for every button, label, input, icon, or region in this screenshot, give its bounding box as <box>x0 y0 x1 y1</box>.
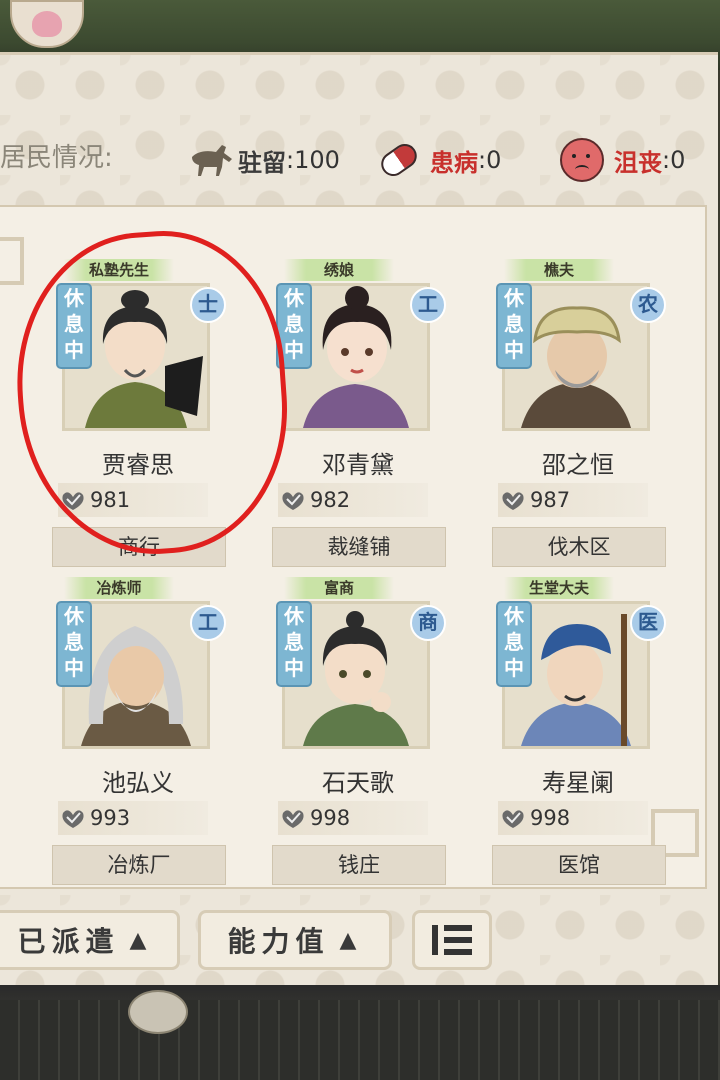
class-badge: 士 <box>190 287 226 323</box>
class-badge: 农 <box>630 287 666 323</box>
ability-value-number: 981 <box>90 488 131 512</box>
stat-depressed-label: 沮丧 <box>614 147 662 177</box>
resting-status-badge: 休息中 <box>58 285 90 367</box>
ability-value: 998 <box>278 801 428 835</box>
workplace-button[interactable]: 伐木区 <box>492 527 666 567</box>
stat-sick: 患病 :0 <box>376 139 502 181</box>
resident-name: 寿星阑 <box>542 769 614 797</box>
workplace-button[interactable]: 裁缝铺 <box>272 527 446 567</box>
resident-card[interactable]: 冶炼师 休息中 工 池弘义 993 冶炼厂 <box>12 577 226 897</box>
ability-value-number: 987 <box>530 488 571 512</box>
lantern-icon[interactable] <box>128 990 188 1034</box>
resident-name: 邵之恒 <box>542 451 614 479</box>
chevron-up-icon: ▲ <box>129 927 153 953</box>
workplace-button[interactable]: 钱庄 <box>272 845 446 885</box>
resident-name: 贾睿思 <box>102 451 174 479</box>
list-toggle-button[interactable] <box>412 910 492 970</box>
workplace-button[interactable]: 冶炼厂 <box>52 845 226 885</box>
resident-card-grid[interactable]: 私塾先生 休息中 士 贾睿思 981 商行 绣娘 休息中 工 邓青黛 982 裁… <box>0 205 707 889</box>
village-roofs <box>0 1000 720 1080</box>
ability-value-number: 998 <box>310 806 351 830</box>
stat-stationed-value: :100 <box>286 146 340 174</box>
ability-value: 987 <box>498 483 648 517</box>
resident-status-title: 居民情况: <box>0 143 113 173</box>
ability-value-number: 982 <box>310 488 351 512</box>
role-tag: 绣娘 <box>284 259 394 281</box>
resting-status-badge: 休息中 <box>278 285 310 367</box>
horse-icon <box>192 145 232 176</box>
workplace-button[interactable]: 医馆 <box>492 845 666 885</box>
sort-ability-label: 能力值 <box>227 925 330 958</box>
resting-status-badge: 休息中 <box>58 603 90 685</box>
ability-icon <box>502 492 524 510</box>
stat-sick-value: :0 <box>478 146 502 174</box>
resident-card[interactable]: 生堂大夫 休息中 医 寿星阑 998 医馆 <box>452 577 666 897</box>
ability-value: 982 <box>278 483 428 517</box>
ability-icon <box>282 492 304 510</box>
class-badge: 工 <box>410 287 446 323</box>
resident-card[interactable]: 富商 休息中 商 石天歌 998 钱庄 <box>232 577 446 897</box>
stat-sick-label: 患病 <box>430 147 478 177</box>
ability-icon <box>62 492 84 510</box>
resting-status-badge: 休息中 <box>498 603 530 685</box>
role-tag: 冶炼师 <box>64 577 174 599</box>
sad-face-icon <box>560 138 604 182</box>
stat-stationed: 驻留 :100 <box>186 140 340 180</box>
class-badge: 工 <box>190 605 226 641</box>
resting-status-badge: 休息中 <box>498 285 530 367</box>
ability-value: 981 <box>58 483 208 517</box>
resident-card[interactable]: 绣娘 休息中 工 邓青黛 982 裁缝铺 <box>232 259 446 579</box>
ability-icon <box>502 810 524 828</box>
role-tag: 私塾先生 <box>64 259 174 281</box>
stat-stationed-label: 驻留 <box>238 147 286 177</box>
class-badge: 医 <box>630 605 666 641</box>
ability-value: 998 <box>498 801 648 835</box>
ability-value-number: 998 <box>530 806 571 830</box>
role-tag: 樵夫 <box>504 259 614 281</box>
ability-icon <box>62 810 84 828</box>
resident-card[interactable]: 私塾先生 休息中 士 贾睿思 981 商行 <box>12 259 226 579</box>
stat-depressed-value: :0 <box>662 146 686 174</box>
sort-ability-button[interactable]: 能力值 ▲ <box>198 910 392 970</box>
resident-name: 石天歌 <box>322 769 394 797</box>
ability-value-number: 993 <box>90 806 131 830</box>
ability-icon <box>282 810 304 828</box>
ability-value: 993 <box>58 801 208 835</box>
resident-status-bar: 居民情况: 驻留 :100 患病 :0 沮丧 :0 <box>0 138 720 182</box>
list-toggle-icon <box>432 925 472 955</box>
class-badge: 商 <box>410 605 446 641</box>
resident-name: 邓青黛 <box>322 451 394 479</box>
workplace-button[interactable]: 商行 <box>52 527 226 567</box>
sort-dispatched-label: 已派遣 <box>17 925 120 958</box>
role-tag: 富商 <box>284 577 394 599</box>
role-tag: 生堂大夫 <box>504 577 614 599</box>
sort-dispatched-button[interactable]: 已派遣 ▲ <box>0 910 180 970</box>
chevron-up-icon: ▲ <box>339 927 363 953</box>
resting-status-badge: 休息中 <box>278 603 310 685</box>
pill-icon <box>376 139 422 181</box>
resident-card[interactable]: 樵夫 休息中 农 邵之恒 987 伐木区 <box>452 259 666 579</box>
stat-depressed: 沮丧 :0 <box>560 138 686 182</box>
resident-name: 池弘义 <box>102 769 174 797</box>
